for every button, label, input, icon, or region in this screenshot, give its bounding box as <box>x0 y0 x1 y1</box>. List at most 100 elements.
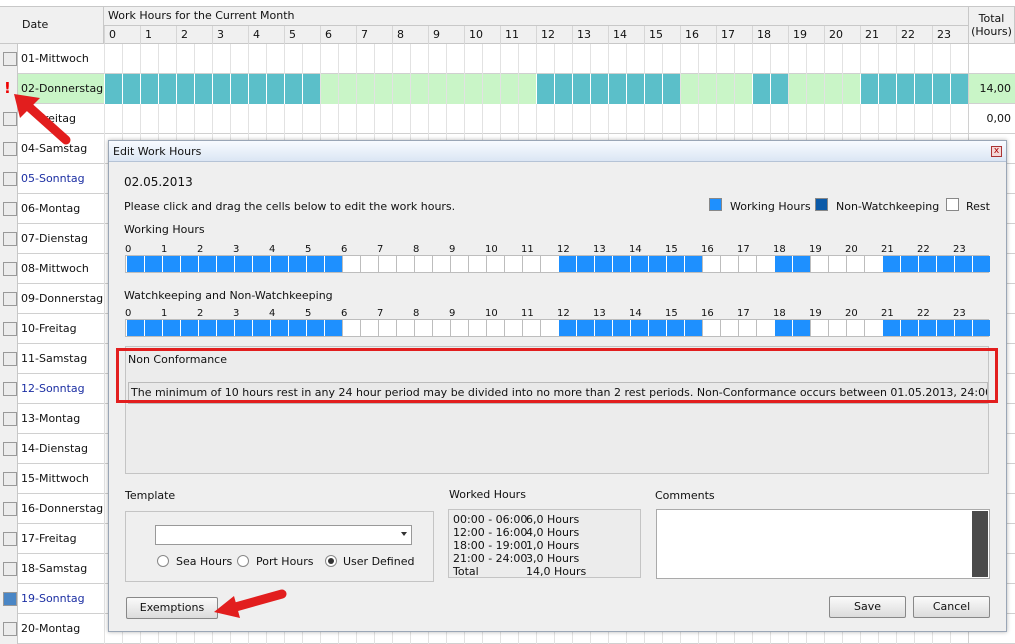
half-hour-cell[interactable] <box>662 104 680 134</box>
half-hour-cell[interactable] <box>594 256 612 272</box>
table-row[interactable]: 01-Mittwoch <box>0 44 1015 74</box>
half-hour-cell[interactable] <box>572 104 590 134</box>
half-hour-cell[interactable] <box>680 44 698 74</box>
half-hour-cell[interactable] <box>536 74 554 104</box>
half-hour-cell[interactable] <box>608 74 626 104</box>
half-hour-cell[interactable] <box>140 104 158 134</box>
half-hour-cell[interactable] <box>738 320 756 336</box>
row-selector[interactable] <box>0 284 18 314</box>
half-hour-cell[interactable] <box>738 256 756 272</box>
half-hour-cell[interactable] <box>306 256 324 272</box>
half-hour-cell[interactable] <box>158 104 176 134</box>
half-hour-cell[interactable] <box>464 74 482 104</box>
half-hour-cell[interactable] <box>846 256 864 272</box>
half-hour-cell[interactable] <box>806 104 824 134</box>
half-hour-cell[interactable] <box>720 256 738 272</box>
half-hour-cell[interactable] <box>212 104 230 134</box>
user-defined-label[interactable]: User Defined <box>343 555 414 568</box>
half-hour-cell[interactable] <box>878 104 896 134</box>
half-hour-cell[interactable] <box>572 44 590 74</box>
half-hour-cell[interactable] <box>482 44 500 74</box>
half-hour-cell[interactable] <box>140 74 158 104</box>
date-column-header[interactable]: Date <box>0 6 104 44</box>
half-hour-cell[interactable] <box>500 74 518 104</box>
half-hour-cell[interactable] <box>630 256 648 272</box>
half-hour-cell[interactable] <box>302 44 320 74</box>
half-hour-cell[interactable] <box>212 74 230 104</box>
half-hour-cell[interactable] <box>104 74 122 104</box>
half-hour-cell[interactable] <box>824 104 842 134</box>
half-hour-cell[interactable] <box>774 320 792 336</box>
half-hour-cell[interactable] <box>954 256 972 272</box>
half-hour-cell[interactable] <box>446 104 464 134</box>
half-hour-cell[interactable] <box>140 44 158 74</box>
half-hour-cell[interactable] <box>792 256 810 272</box>
half-hour-cell[interactable] <box>252 320 270 336</box>
half-hour-cell[interactable] <box>540 320 558 336</box>
half-hour-cell[interactable] <box>734 74 752 104</box>
half-hour-cell[interactable] <box>428 44 446 74</box>
half-hour-cell[interactable] <box>626 74 644 104</box>
half-hour-cell[interactable] <box>338 44 356 74</box>
half-hour-cell[interactable] <box>698 44 716 74</box>
half-hour-cell[interactable] <box>360 256 378 272</box>
half-hour-cell[interactable] <box>230 44 248 74</box>
hour-cells[interactable] <box>104 44 968 74</box>
half-hour-cell[interactable] <box>428 104 446 134</box>
half-hour-cell[interactable] <box>756 320 774 336</box>
half-hour-cell[interactable] <box>284 44 302 74</box>
exemptions-button[interactable]: Exemptions <box>126 597 218 619</box>
row-selector[interactable] <box>0 164 18 194</box>
half-hour-cell[interactable] <box>374 74 392 104</box>
half-hour-cell[interactable] <box>788 44 806 74</box>
half-hour-cell[interactable] <box>500 44 518 74</box>
row-selector[interactable] <box>0 314 18 344</box>
half-hour-cell[interactable] <box>248 104 266 134</box>
half-hour-cell[interactable] <box>392 44 410 74</box>
half-hour-cell[interactable] <box>684 256 702 272</box>
half-hour-cell[interactable] <box>288 256 306 272</box>
half-hour-cell[interactable] <box>176 74 194 104</box>
half-hour-cell[interactable] <box>486 320 504 336</box>
half-hour-cell[interactable] <box>612 256 630 272</box>
half-hour-cell[interactable] <box>414 256 432 272</box>
half-hour-cell[interactable] <box>144 320 162 336</box>
half-hour-cell[interactable] <box>536 104 554 134</box>
half-hour-cell[interactable] <box>356 44 374 74</box>
half-hour-cell[interactable] <box>270 256 288 272</box>
template-select[interactable] <box>155 525 412 545</box>
half-hour-cell[interactable] <box>824 74 842 104</box>
half-hour-cell[interactable] <box>896 44 914 74</box>
half-hour-cell[interactable] <box>158 74 176 104</box>
half-hour-cell[interactable] <box>666 256 684 272</box>
comments-field[interactable] <box>656 509 990 579</box>
half-hour-cell[interactable] <box>338 104 356 134</box>
half-hour-cell[interactable] <box>194 104 212 134</box>
half-hour-cell[interactable] <box>248 74 266 104</box>
half-hour-cell[interactable] <box>860 74 878 104</box>
half-hour-cell[interactable] <box>180 320 198 336</box>
half-hour-cell[interactable] <box>486 256 504 272</box>
half-hour-cell[interactable] <box>266 104 284 134</box>
row-selector[interactable] <box>0 344 18 374</box>
half-hour-cell[interactable] <box>558 320 576 336</box>
half-hour-cell[interactable] <box>806 74 824 104</box>
half-hour-cell[interactable] <box>360 320 378 336</box>
half-hour-cell[interactable] <box>896 104 914 134</box>
half-hour-cell[interactable] <box>864 320 882 336</box>
half-hour-cell[interactable] <box>770 74 788 104</box>
row-selector[interactable] <box>0 254 18 284</box>
half-hour-cell[interactable] <box>590 74 608 104</box>
half-hour-cell[interactable] <box>428 74 446 104</box>
half-hour-cell[interactable] <box>590 104 608 134</box>
half-hour-cell[interactable] <box>648 320 666 336</box>
dialog-titlebar[interactable]: Edit Work Hours x <box>109 141 1006 162</box>
half-hour-cell[interactable] <box>356 74 374 104</box>
half-hour-cell[interactable] <box>122 74 140 104</box>
half-hour-cell[interactable] <box>756 256 774 272</box>
half-hour-cell[interactable] <box>302 104 320 134</box>
half-hour-cell[interactable] <box>860 44 878 74</box>
half-hour-cell[interactable] <box>176 104 194 134</box>
half-hour-cell[interactable] <box>374 104 392 134</box>
half-hour-cell[interactable] <box>626 44 644 74</box>
